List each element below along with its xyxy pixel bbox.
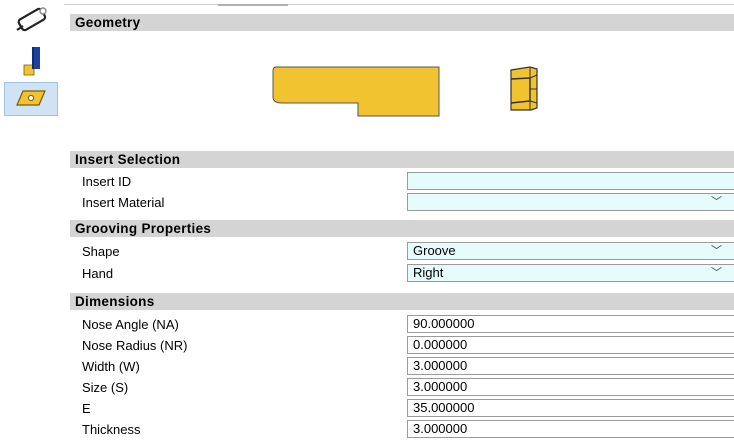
e-field[interactable]: 35.000000 (407, 399, 734, 417)
width-label: Width (W) (82, 359, 140, 374)
row-thickness: Thickness 3.000000 (70, 420, 734, 440)
row-nose-angle: Nose Angle (NA) 90.000000 (70, 315, 734, 335)
row-e: E 35.000000 (70, 399, 734, 419)
row-shape: Shape Groove ﹀ (70, 242, 734, 262)
row-width: Width (W) 3.000000 (70, 357, 734, 377)
e-label: E (82, 401, 91, 416)
top-tab-indicator (218, 4, 288, 6)
row-hand: Hand Right ﹀ (70, 264, 734, 284)
hand-value: Right (413, 265, 444, 280)
properties-panel: Geometry Insert Selection Insert ID Inse… (70, 14, 734, 441)
row-insert-id: Insert ID (70, 172, 734, 192)
section-grooving-properties: Grooving Properties (70, 220, 734, 237)
insert-button[interactable] (4, 82, 58, 116)
shape-value: Groove (413, 243, 456, 258)
geometry-preview-svg (272, 66, 538, 117)
insert-icon (13, 85, 49, 114)
top-divider (64, 4, 734, 5)
section-insert-selection: Insert Selection (70, 151, 734, 168)
width-field[interactable]: 3.000000 (407, 357, 734, 375)
section-dimensions: Dimensions (70, 293, 734, 310)
tool-holder-icon (9, 6, 53, 41)
shape-select[interactable]: Groove ﹀ (407, 242, 734, 260)
tool-holder-button[interactable] (4, 6, 58, 40)
holder-bar-icon (16, 45, 46, 82)
nose-radius-field[interactable]: 0.000000 (407, 336, 734, 354)
row-insert-material: Insert Material ﹀ (70, 193, 734, 213)
chevron-down-icon: ﹀ (711, 196, 722, 208)
holder-bar-button[interactable] (4, 46, 58, 80)
size-field[interactable]: 3.000000 (407, 378, 734, 396)
thickness-field[interactable]: 3.000000 (407, 420, 734, 438)
size-label: Size (S) (82, 380, 129, 395)
hand-label: Hand (82, 266, 114, 281)
nose-angle-label: Nose Angle (NA) (82, 317, 179, 332)
shape-label: Shape (82, 244, 120, 259)
insert-id-label: Insert ID (82, 174, 132, 189)
chevron-down-icon: ﹀ (711, 267, 722, 279)
row-nose-radius: Nose Radius (NR) 0.000000 (70, 336, 734, 356)
nose-angle-field[interactable]: 90.000000 (407, 315, 734, 333)
insert-material-label: Insert Material (82, 195, 165, 210)
insert-side-view (510, 66, 538, 111)
nose-radius-label: Nose Radius (NR) (82, 338, 188, 353)
insert-id-field[interactable] (407, 172, 734, 190)
geometry-preview (70, 31, 734, 151)
hand-select[interactable]: Right ﹀ (407, 264, 734, 282)
row-size: Size (S) 3.000000 (70, 378, 734, 398)
thickness-label: Thickness (82, 422, 141, 437)
left-toolbar (0, 0, 64, 441)
section-geometry: Geometry (70, 14, 734, 31)
insert-material-select[interactable]: ﹀ (407, 193, 734, 211)
chevron-down-icon: ﹀ (711, 245, 722, 257)
